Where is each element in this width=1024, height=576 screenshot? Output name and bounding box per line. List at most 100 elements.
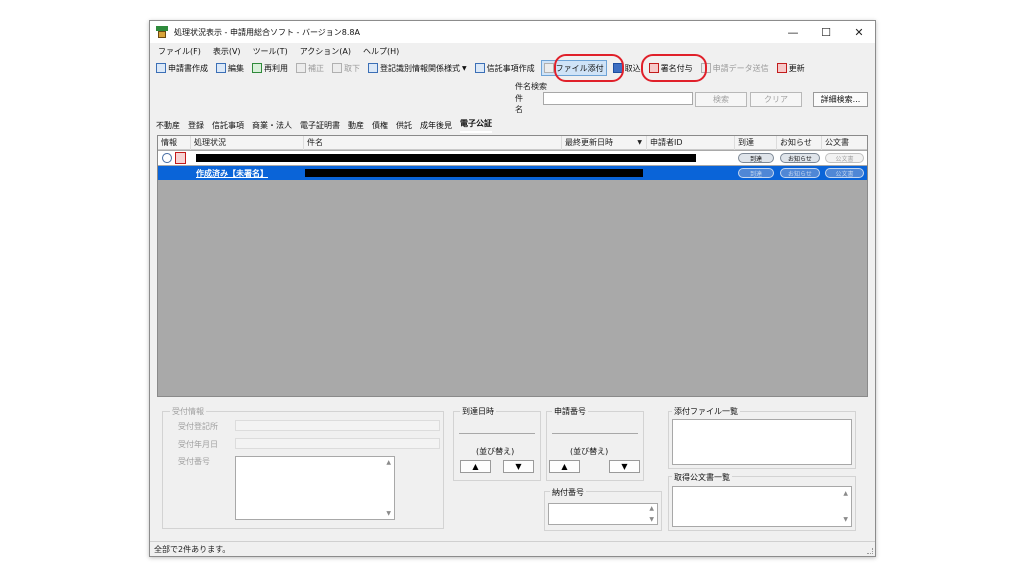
- close-button[interactable]: ✕: [843, 21, 875, 43]
- paperclip-icon: [543, 63, 554, 73]
- trust-icon: [474, 63, 485, 73]
- scroll-up-icon[interactable]: ▲: [843, 490, 848, 497]
- notice-button[interactable]: お知らせ: [780, 153, 820, 163]
- scroll-down-icon[interactable]: ▼: [843, 516, 848, 523]
- receipt-date-label: 受付年月日: [178, 440, 218, 449]
- tab-e-notary[interactable]: 電子公証: [460, 118, 492, 133]
- resize-grip-icon[interactable]: [867, 548, 873, 554]
- application-sort-down-button[interactable]: ▼: [609, 460, 640, 473]
- header-applicant-id[interactable]: 申請者ID: [647, 136, 735, 150]
- application-sort-label: (並び替え): [570, 447, 609, 456]
- tab-deposit[interactable]: 供託: [396, 120, 412, 133]
- attach-file-highlight: [554, 54, 624, 82]
- menu-bar: ファイル(F) 表示(V) ツール(T) アクション(A) ヘルプ(H): [150, 43, 875, 59]
- table-row[interactable]: 到達 お知らせ 公文書: [158, 150, 867, 166]
- window-title: 処理状況表示 - 申請用総合ソフト - バージョン8.8A: [174, 27, 360, 37]
- header-official[interactable]: 公文書: [822, 136, 867, 150]
- menu-file[interactable]: ファイル(F): [158, 46, 201, 57]
- spin-down-icon[interactable]: ▼: [649, 516, 654, 523]
- minimize-button[interactable]: —: [777, 21, 809, 43]
- amend-icon: [296, 63, 306, 73]
- spin-up-icon[interactable]: ▲: [649, 505, 654, 512]
- redacted-text: [196, 154, 696, 162]
- header-status[interactable]: 処理状況: [191, 136, 304, 150]
- receipt-number-textarea[interactable]: ▲ ▼: [235, 456, 395, 520]
- menu-action[interactable]: アクション(A): [300, 46, 351, 57]
- tab-trust[interactable]: 信託事項: [212, 120, 244, 133]
- form-icon: [368, 63, 378, 73]
- toolbar: 申請書作成 編集 再利用 補正 取下 登記識別情報関係様式 ▼ 信託事項作成 ファ…: [150, 59, 875, 77]
- withdraw-icon: [332, 63, 342, 73]
- chevron-down-icon: ▼: [462, 64, 467, 72]
- subject-search-caption: 件名検索: [515, 82, 547, 91]
- category-tabs: 不動産 登録 信託事項 商業・法人 電子証明書 動産 債権 供託 成年後見 電子…: [156, 119, 500, 133]
- receipt-office-field: [235, 420, 440, 431]
- tab-e-certificate[interactable]: 電子証明書: [300, 120, 340, 133]
- notice-button[interactable]: お知らせ: [780, 168, 820, 178]
- header-arrival[interactable]: 到達: [735, 136, 777, 150]
- trust-create-button[interactable]: 信託事項作成: [473, 60, 537, 76]
- redacted-text: [305, 169, 643, 177]
- menu-view[interactable]: 表示(V): [213, 46, 241, 57]
- tab-real-estate[interactable]: 不動産: [156, 120, 180, 133]
- scroll-down-icon[interactable]: ▼: [386, 510, 391, 517]
- withdraw-button[interactable]: 取下: [330, 60, 362, 76]
- application-number-label: 申請番号: [552, 406, 588, 417]
- subject-search-input[interactable]: [543, 92, 693, 105]
- document-new-icon: [156, 63, 166, 73]
- advanced-search-button[interactable]: 詳細検索...: [813, 92, 868, 107]
- status-bar: 全部で2件あります。: [150, 541, 875, 556]
- status-table: 情報 処理状況 件名 最終更新日時 ▼ 申請者ID 到達 お知らせ 公文書 到達 …: [157, 135, 868, 397]
- header-notice[interactable]: お知らせ: [777, 136, 822, 150]
- paperclip-icon: [159, 150, 175, 166]
- scroll-up-icon[interactable]: ▲: [386, 459, 391, 466]
- tab-commercial[interactable]: 商業・法人: [252, 120, 292, 133]
- menu-help[interactable]: ヘルプ(H): [363, 46, 399, 57]
- clear-button[interactable]: クリア: [750, 92, 802, 107]
- official-doc-button[interactable]: 公文書: [825, 153, 864, 163]
- application-sort-up-button[interactable]: ▲: [549, 460, 580, 473]
- edit-icon: [216, 63, 226, 73]
- arrival-sort-up-button[interactable]: ▲: [460, 460, 491, 473]
- arrival-time-value-line: [459, 433, 535, 434]
- official-doc-button[interactable]: 公文書: [825, 168, 864, 178]
- header-subject[interactable]: 件名: [304, 136, 562, 150]
- receipt-number-label: 受付番号: [178, 457, 210, 466]
- header-updated[interactable]: 最終更新日時 ▼: [562, 136, 647, 150]
- arrival-sort-down-button[interactable]: ▼: [503, 460, 534, 473]
- status-link[interactable]: 作成済み【未署名】: [196, 168, 268, 179]
- send-application-button[interactable]: 申請データ送信: [699, 60, 771, 76]
- recycle-icon: [252, 63, 262, 73]
- payment-number-label: 納付番号: [550, 487, 586, 498]
- application-number-value-line: [552, 433, 638, 434]
- registration-form-button[interactable]: 登記識別情報関係様式 ▼: [366, 60, 469, 76]
- amend-button[interactable]: 補正: [294, 60, 326, 76]
- receipt-date-field: [235, 438, 440, 449]
- refresh-button[interactable]: 更新: [775, 60, 807, 76]
- maximize-button[interactable]: ☐: [810, 21, 842, 43]
- payment-number-input[interactable]: ▲ ▼: [548, 503, 658, 525]
- subject-label: 件名: [515, 94, 523, 114]
- status-text: 全部で2件あります。: [154, 545, 231, 554]
- tab-movables[interactable]: 動産: [348, 120, 364, 133]
- menu-tools[interactable]: ツール(T): [253, 46, 288, 57]
- table-header: 情報 処理状況 件名 最終更新日時 ▼ 申請者ID 到達 お知らせ 公文書: [158, 136, 867, 150]
- obtained-docs-label: 取得公文書一覧: [672, 472, 732, 483]
- tab-guardianship[interactable]: 成年後見: [420, 120, 452, 133]
- tab-registration[interactable]: 登録: [188, 120, 204, 133]
- reuse-button[interactable]: 再利用: [250, 60, 290, 76]
- title-bar: 処理状況表示 - 申請用総合ソフト - バージョン8.8A — ☐ ✕: [150, 21, 875, 43]
- create-application-button[interactable]: 申請書作成: [154, 60, 210, 76]
- edit-button[interactable]: 編集: [214, 60, 246, 76]
- arrival-button[interactable]: 到達: [738, 153, 774, 163]
- table-row-selected[interactable]: 作成済み【未署名】 到達 お知らせ 公文書: [158, 166, 867, 180]
- receipt-info-title: 受付情報: [170, 406, 206, 417]
- arrival-time-label: 到達日時: [460, 406, 496, 417]
- arrival-button[interactable]: 到達: [738, 168, 774, 178]
- obtained-docs-list[interactable]: ▲ ▼: [672, 486, 852, 527]
- tab-receivables[interactable]: 債権: [372, 120, 388, 133]
- header-info[interactable]: 情報: [158, 136, 191, 150]
- attached-files-list[interactable]: [672, 419, 852, 465]
- app-window: 処理状況表示 - 申請用総合ソフト - バージョン8.8A — ☐ ✕ ファイル…: [149, 20, 876, 557]
- search-button[interactable]: 検索: [695, 92, 747, 107]
